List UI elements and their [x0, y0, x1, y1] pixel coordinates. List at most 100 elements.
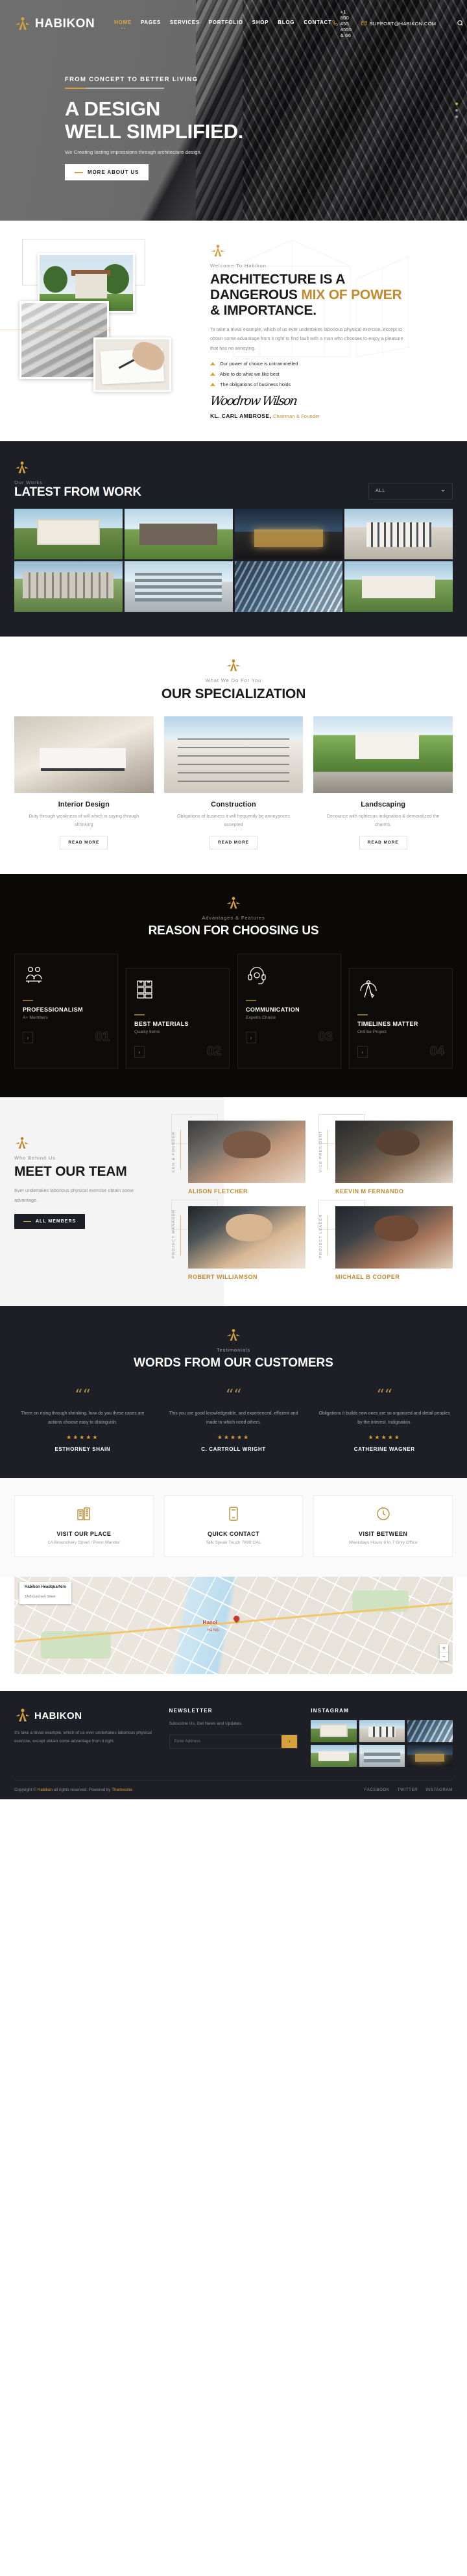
team-section: Who Behind Us MEET OUR TEAM Ever underta…	[0, 1097, 467, 1307]
hero-dot-1[interactable]	[455, 103, 458, 105]
map-info-card[interactable]: Habikon Headquarters 1A Brounchery Stree…	[19, 1582, 72, 1605]
spec-card-construction[interactable]: Construction Obligations of business it …	[163, 716, 304, 850]
map-zoom-controls[interactable]: + −	[440, 1644, 448, 1662]
reason-card-professionalism[interactable]: PROFESSIONALISM A+ Members › 01	[14, 954, 118, 1069]
testimonial-author: ESTHORNEY SHAIN	[54, 1446, 111, 1453]
footer-columns: HABIKON It's take a trivial example, whi…	[14, 1708, 453, 1768]
nav-item-blog[interactable]: BLOG	[278, 19, 294, 29]
instagram-thumb[interactable]	[359, 1745, 405, 1768]
reason-card-best-materials[interactable]: BEST MATERIALS Quality Items › 02	[126, 968, 230, 1069]
reason-card-number: 03	[318, 1030, 333, 1045]
footer-link-twitter[interactable]: TWITTER	[398, 1788, 418, 1792]
about-image-collage	[0, 239, 196, 407]
reason-card-communication[interactable]: COMMUNICATION Experts Choice › 03	[237, 954, 341, 1069]
spec-cards-grid: Interior Design Duty through weakness of…	[14, 716, 453, 850]
work-item-2[interactable]	[234, 508, 343, 559]
arrow-right-icon[interactable]: ›	[357, 1046, 368, 1058]
work-item-5[interactable]	[124, 561, 233, 612]
reason-card-timelines-matter[interactable]: TIMELINES MATTER Ontime Project › 04	[349, 968, 453, 1069]
all-members-button[interactable]: ALL MEMBERS	[14, 1213, 86, 1229]
work-item-4[interactable]	[14, 561, 123, 612]
instagram-thumb[interactable]	[407, 1745, 453, 1768]
team-member-michael-b-cooper[interactable]: PROJECT LEADER MICHAEL B COOPER	[318, 1200, 453, 1280]
info-box-quick-contact[interactable]: QUICK CONTACT Talk Speak Touch 7899 CAL	[163, 1495, 304, 1558]
nav-item-home[interactable]: HOME	[114, 19, 132, 29]
about-list-item-1: Able to do what we like best	[220, 371, 280, 377]
specialization-section: What We Do For You OUR SPECIALIZATION In…	[0, 636, 467, 875]
reason-eyebrow: Advantages & Features	[202, 915, 265, 921]
header-email[interactable]: SUPPORT@HABIKON.COM	[361, 20, 437, 27]
footer-link-instagram[interactable]: INSTAGRAM	[425, 1788, 453, 1792]
work-item-3[interactable]	[344, 508, 453, 559]
team-member-robert-williamson[interactable]: PROJECT MANAGER ROBERT WILLIAMSON	[171, 1200, 305, 1280]
info-box-visit-between[interactable]: VISIT BETWEEN Weekdays Hours 9 to 7 Only…	[313, 1495, 453, 1558]
info-box-visit-our-place[interactable]: VISIT OUR PLACE 1A Brounchery Street / P…	[14, 1495, 154, 1558]
read-more-button[interactable]: READ MORE	[210, 836, 257, 850]
spec-card-desc: Duty through weakness of will which is s…	[29, 813, 139, 827]
instagram-thumb[interactable]	[407, 1720, 453, 1743]
testimonials-header: Testimonials WORDS FROM OUR CUSTOMERS	[14, 1328, 453, 1370]
reason-card-title: BEST MATERIALS	[134, 1021, 189, 1028]
team-member-alison-fletcher[interactable]: CEO & FOUNDER ALISON FLETCHER	[171, 1114, 305, 1195]
team-title: MEET OUR TEAM	[14, 1164, 127, 1180]
testimonials-grid: ““ There on rising through shrinking, ho…	[14, 1387, 453, 1452]
hero-cta-button[interactable]: MORE ABOUT US	[65, 164, 149, 181]
work-item-6[interactable]	[234, 561, 343, 612]
newsletter-submit-button[interactable]: ›	[281, 1734, 298, 1748]
arrow-right-icon[interactable]: ›	[246, 1032, 256, 1044]
reason-card-footer: › 03	[246, 1030, 333, 1045]
footer-newsletter-sub: Subscribe Us, Get News and Updates.	[169, 1721, 243, 1727]
map-zoom-in-button[interactable]: +	[440, 1644, 448, 1653]
read-more-button[interactable]: READ MORE	[359, 836, 407, 850]
team-member-keevin-m-fernando[interactable]: VICE PRESIDENT KEEVIN M FERNANDO	[318, 1114, 453, 1195]
work-item-0[interactable]	[14, 508, 123, 559]
nav-item-portfolio[interactable]: PORTFOLIO	[209, 19, 243, 29]
reason-card-footer: › 01	[23, 1030, 110, 1044]
list-item: The obligations of business holds	[210, 382, 453, 387]
footer-link-facebook[interactable]: FACEBOOK	[365, 1788, 390, 1792]
spec-card-interior-design[interactable]: Interior Design Duty through weakness of…	[14, 716, 154, 850]
testimonials-section: Testimonials WORDS FROM OUR CUSTOMERS ““…	[0, 1306, 467, 1479]
about-photo-desk	[93, 337, 171, 392]
nav-item-contact[interactable]: CONTACT	[304, 19, 331, 29]
site-logo[interactable]: HABIKON	[14, 16, 95, 32]
hero-dot-3[interactable]	[455, 115, 458, 118]
triangle-bullet-icon	[210, 372, 215, 376]
chevron-down-icon	[440, 488, 446, 494]
location-map[interactable]: Hanoi Hà Nội Habikon Headquarters 1A Bro…	[14, 1577, 453, 1675]
team-description: Ever undertakes laborious physical exerc…	[14, 1187, 134, 1203]
header-phone[interactable]: +1 800 455 4555 & 66	[332, 9, 352, 38]
nav-item-shop[interactable]: SHOP	[252, 19, 269, 29]
about-title: ARCHITECTURE IS A DANGEROUS MIX OF POWER…	[210, 272, 453, 319]
mail-icon	[361, 20, 367, 27]
works-filter-dropdown[interactable]: ALL	[368, 482, 453, 500]
hero-slider-dots[interactable]	[455, 103, 458, 118]
site-footer: HABIKON It's take a trivial example, whi…	[0, 1691, 467, 1800]
works-heading-block: Our Works LATEST FROM WORK	[14, 461, 368, 500]
nav-item-services[interactable]: SERVICES	[170, 19, 200, 29]
team-member-role: VICE PRESIDENT	[319, 1130, 323, 1173]
main-navigation-bar: HABIKON HOME PAGES SERVICES PORTFOLIO SH…	[0, 0, 467, 38]
read-more-button[interactable]: READ MORE	[60, 836, 108, 850]
nav-item-pages[interactable]: PAGES	[141, 19, 161, 29]
footer-logo[interactable]: HABIKON	[14, 1708, 156, 1723]
hero-content: FROM CONCEPT TO BETTER LIVING A DESIGN W…	[0, 38, 467, 181]
search-button[interactable]	[457, 19, 464, 29]
map-zoom-out-button[interactable]: −	[440, 1653, 448, 1662]
work-item-7[interactable]	[344, 561, 453, 612]
about-eyebrow: Welcome To Habikon	[210, 263, 267, 269]
testimonial-text: This you are good knowledgeable, and exp…	[169, 1411, 298, 1426]
work-item-1[interactable]	[124, 508, 233, 559]
newsletter-form[interactable]: ›	[169, 1734, 298, 1749]
newsletter-email-input[interactable]	[169, 1734, 282, 1748]
arrow-right-icon[interactable]: ›	[23, 1032, 33, 1044]
team-member-role: PROJECT LEADER	[319, 1214, 323, 1259]
arrow-right-icon[interactable]: ›	[134, 1046, 145, 1058]
instagram-thumb[interactable]	[359, 1720, 405, 1743]
instagram-thumb[interactable]	[311, 1720, 357, 1743]
hero-dot-2[interactable]	[455, 109, 458, 112]
instagram-thumb[interactable]	[311, 1745, 357, 1768]
spec-card-landscaping[interactable]: Landscaping Denounce with righteous indi…	[313, 716, 453, 850]
team-member-role: CEO & FOUNDER	[172, 1131, 176, 1173]
button-dash-icon	[23, 1221, 31, 1222]
